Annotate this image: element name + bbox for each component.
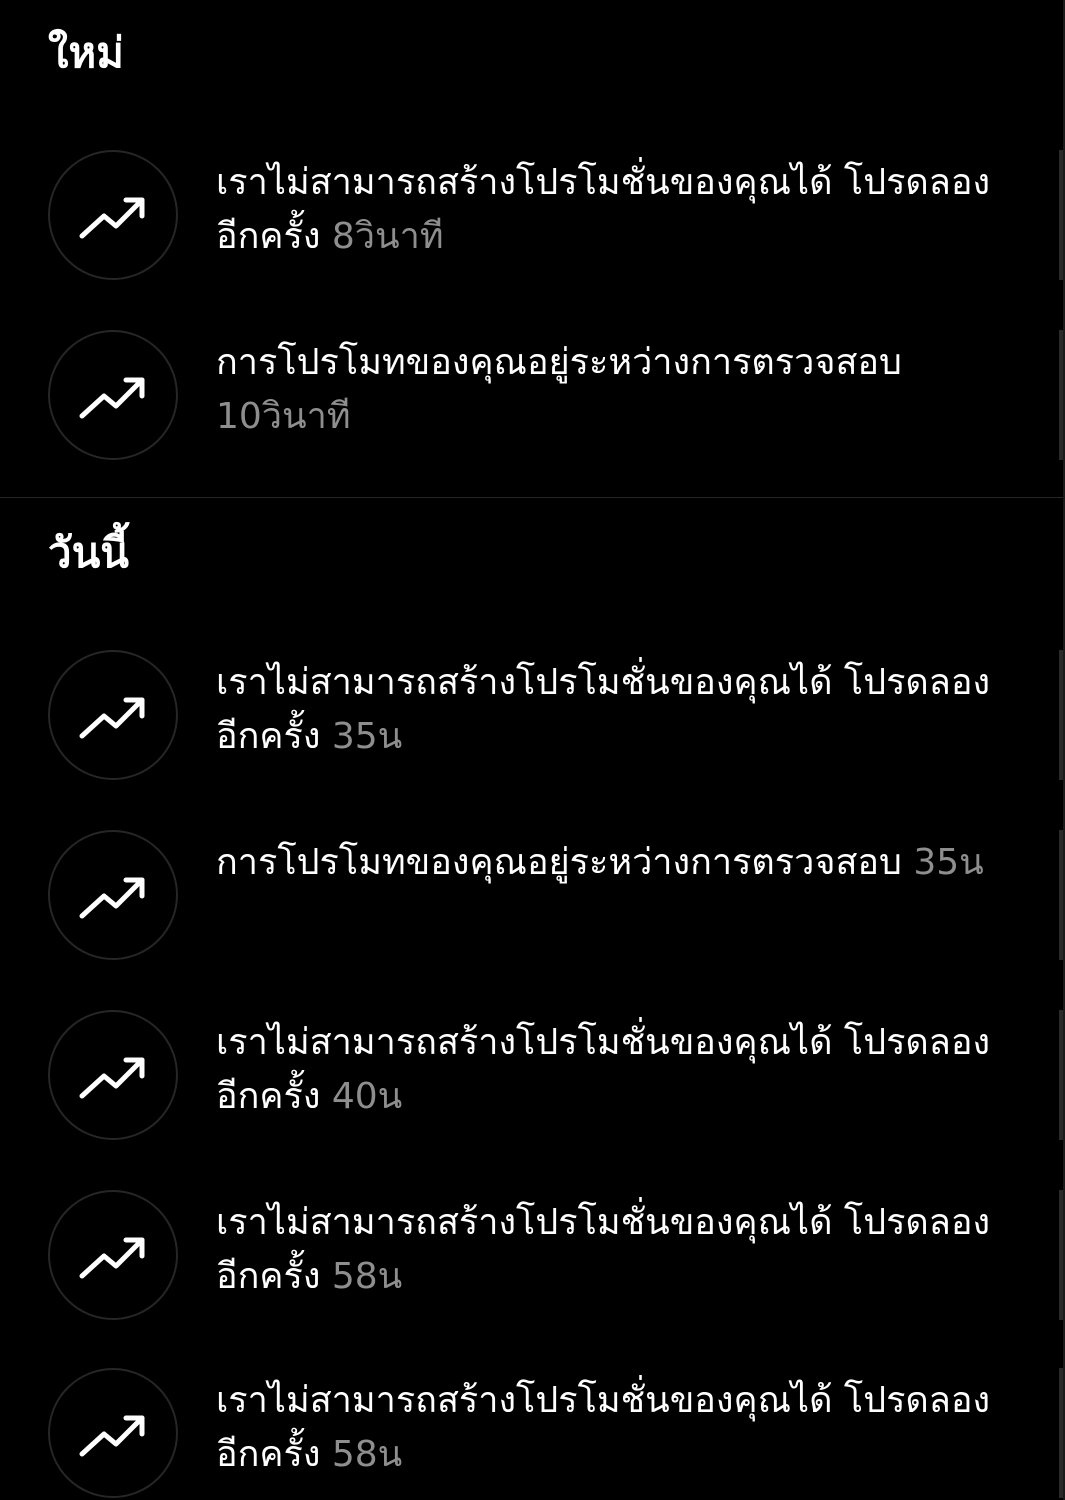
notification-avatar xyxy=(48,150,178,280)
trending-up-icon xyxy=(79,1057,145,1099)
section-title-today: วันนี้ xyxy=(48,528,130,577)
notification-message: การโปรโมทของคุณอยู่ระหว่างการตรวจสอบ xyxy=(216,342,902,383)
notification-text: เราไม่สามารถสร้างโปรโมชั่นของคุณได้ โปรด… xyxy=(216,1016,1016,1124)
notification-item[interactable]: เราไม่สามารถสร้างโปรโมชั่นของคุณได้ โปรด… xyxy=(0,1010,1065,1142)
notification-text: เราไม่สามารถสร้างโปรโมชั่นของคุณได้ โปรด… xyxy=(216,656,1016,764)
trending-up-icon xyxy=(79,197,145,239)
notification-avatar xyxy=(48,1368,178,1498)
notification-avatar xyxy=(48,1190,178,1320)
trending-up-icon xyxy=(79,1237,145,1279)
notification-item[interactable]: เราไม่สามารถสร้างโปรโมชั่นของคุณได้ โปรด… xyxy=(0,650,1065,782)
notification-avatar xyxy=(48,830,178,960)
notification-time: 35น xyxy=(913,842,984,883)
section-divider xyxy=(0,497,1065,498)
section-title-new: ใหม่ xyxy=(48,28,124,77)
trending-up-icon xyxy=(79,697,145,739)
notification-item[interactable]: การโปรโมทของคุณอยู่ระหว่างการตรวจสอบ 35น xyxy=(0,830,1065,962)
notification-time: 8วินาที xyxy=(331,216,444,257)
notification-time: 40น xyxy=(331,1076,403,1117)
notification-item[interactable]: เราไม่สามารถสร้างโปรโมชั่นของคุณได้ โปรด… xyxy=(0,1190,1065,1322)
notification-message: การโปรโมทของคุณอยู่ระหว่างการตรวจสอบ xyxy=(216,842,902,883)
notification-text: เราไม่สามารถสร้างโปรโมชั่นของคุณได้ โปรด… xyxy=(216,1374,1016,1482)
notification-avatar xyxy=(48,650,178,780)
trending-up-icon xyxy=(79,877,145,919)
notification-time: 10วินาที xyxy=(216,396,351,437)
notification-text: การโปรโมทของคุณอยู่ระหว่างการตรวจสอบ 10ว… xyxy=(216,336,1016,444)
notification-item[interactable]: เราไม่สามารถสร้างโปรโมชั่นของคุณได้ โปรด… xyxy=(0,1368,1065,1500)
notifications-screen: ใหม่ เราไม่สามารถสร้างโปรโมชั่นของคุณได้… xyxy=(0,0,1065,1500)
notification-time: 35น xyxy=(331,716,403,757)
notification-text: การโปรโมทของคุณอยู่ระหว่างการตรวจสอบ 35น xyxy=(216,836,1016,890)
trending-up-icon xyxy=(79,377,145,419)
notification-time: 58น xyxy=(331,1434,403,1475)
notification-text: เราไม่สามารถสร้างโปรโมชั่นของคุณได้ โปรด… xyxy=(216,156,1016,264)
notification-item[interactable]: เราไม่สามารถสร้างโปรโมชั่นของคุณได้ โปรด… xyxy=(0,150,1065,282)
trending-up-icon xyxy=(79,1415,145,1457)
notification-avatar xyxy=(48,330,178,460)
notification-text: เราไม่สามารถสร้างโปรโมชั่นของคุณได้ โปรด… xyxy=(216,1196,1016,1304)
notification-time: 58น xyxy=(331,1256,403,1297)
notification-avatar xyxy=(48,1010,178,1140)
notification-item[interactable]: การโปรโมทของคุณอยู่ระหว่างการตรวจสอบ 10ว… xyxy=(0,330,1065,462)
